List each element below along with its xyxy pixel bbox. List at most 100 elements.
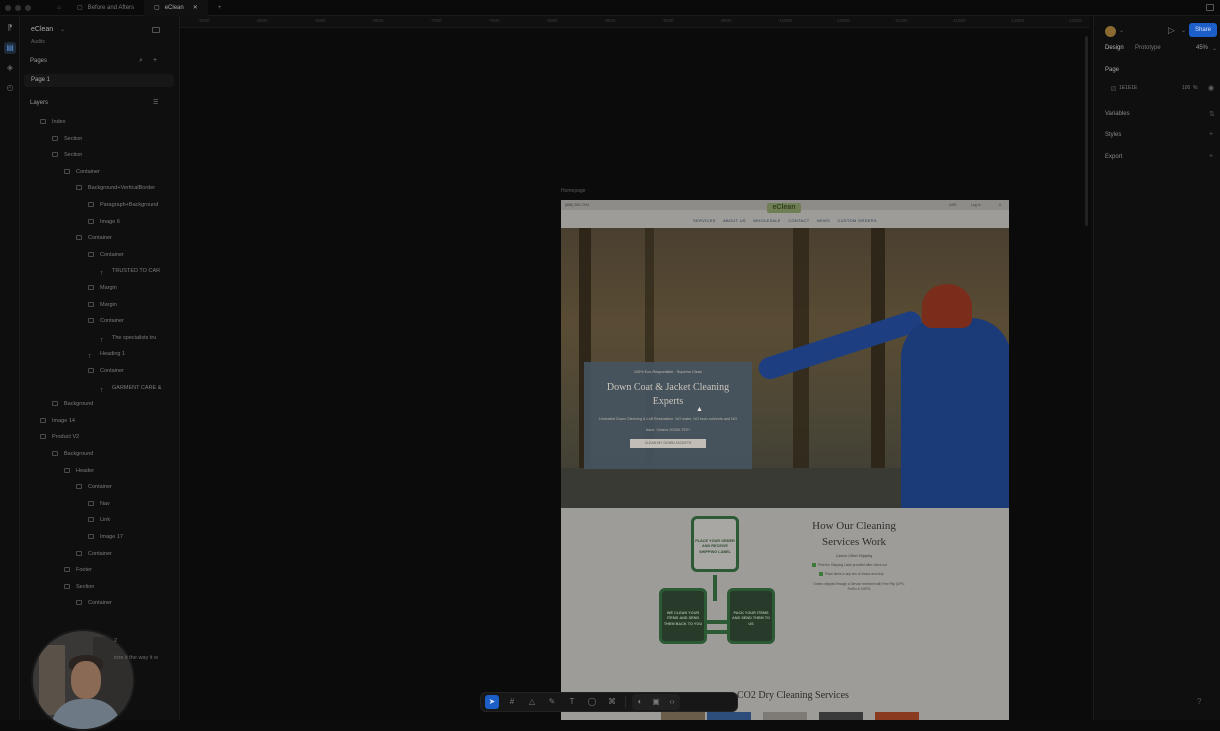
styles-label[interactable]: Styles (1105, 132, 1121, 138)
tab-prototype[interactable]: Prototype (1135, 45, 1161, 51)
layers-collapse-icon[interactable]: ☰ (153, 99, 158, 106)
frame-label[interactable]: Homepage (561, 188, 585, 194)
layer-item[interactable]: Section (64, 581, 94, 593)
layer-item[interactable]: T TRUSTED TO CAR (100, 265, 160, 277)
add-style-icon[interactable]: + (1209, 131, 1213, 138)
main-menu-icon[interactable]: ⁋ (4, 22, 16, 34)
dev-mode-icon[interactable]: ‹› (665, 695, 679, 709)
layer-item[interactable]: Background+VerticalBorder (76, 182, 155, 194)
layer-item[interactable]: Container (88, 365, 124, 377)
chevron-down-icon[interactable]: ⌄ (60, 26, 65, 33)
panel-layout-icon[interactable] (152, 27, 160, 33)
site-logo[interactable]: eClean (767, 203, 801, 213)
nav-news[interactable]: NEWS (817, 218, 830, 223)
home-icon[interactable]: ⌂ (51, 0, 67, 16)
present-play-icon[interactable]: ▷ (1168, 25, 1175, 36)
layer-item[interactable]: Product V2 (40, 431, 79, 443)
nav-wholesale[interactable]: WHOLESALE (753, 218, 781, 223)
clean-my-down-jackets-button[interactable]: CLEAN MY DOWN JACKETS (630, 438, 706, 448)
layer-item[interactable]: T GARMENT CARE & (100, 382, 161, 394)
file-panel-icon[interactable]: ▤ (4, 42, 16, 54)
pen-tool-icon[interactable]: ✎ (545, 695, 559, 709)
close-tab-icon[interactable]: ✕ (193, 4, 198, 11)
chevron-down-icon[interactable]: ⌄ (1119, 27, 1124, 34)
export-label[interactable]: Export (1105, 154, 1122, 160)
comment-tool-icon[interactable]: ◯ (585, 695, 599, 709)
add-page-icon[interactable]: + (153, 57, 157, 64)
nav-about-us[interactable]: ABOUT US (723, 218, 746, 223)
layer-item[interactable]: Section (52, 149, 82, 161)
login-link[interactable]: Log in (971, 203, 981, 207)
layer-item[interactable]: Container (76, 481, 112, 493)
help-icon[interactable]: ? (1197, 697, 1201, 706)
page-item-page-1[interactable]: Page 1 (24, 74, 174, 87)
close-window-button[interactable] (5, 4, 11, 11)
layer-item[interactable]: T Heading 1 (88, 348, 125, 360)
layer-item[interactable]: Margin (88, 282, 117, 294)
layer-item[interactable]: Footer (64, 564, 92, 576)
layer-item[interactable]: Index (40, 116, 65, 128)
product-thumbnail[interactable] (875, 712, 919, 720)
layer-item[interactable]: Container (88, 249, 124, 261)
zoom-level[interactable]: 45% (1196, 45, 1208, 51)
move-tool-icon[interactable]: ➤ (485, 695, 499, 709)
zoom-window-button[interactable] (25, 4, 31, 11)
design-mode-icon[interactable]: ▣ (649, 695, 663, 709)
product-thumbnail[interactable] (707, 712, 751, 720)
cart-count[interactable]: 0 (999, 203, 1001, 207)
nav-custom-orders[interactable]: CUSTOM ORDERS (838, 218, 877, 223)
layer-item[interactable]: Margin (88, 299, 117, 311)
layer-item[interactable]: Container (76, 597, 112, 609)
homepage-frame[interactable]: (888) 253-7244 USD Log in 0 eClean SERVI… (561, 200, 1009, 720)
tab-design[interactable]: Design (1105, 45, 1124, 51)
layer-item[interactable]: Container (76, 548, 112, 560)
layer-item[interactable]: Image 6 (88, 216, 120, 228)
tab-eclean[interactable]: ▢ eClean ✕ (144, 0, 208, 16)
add-export-icon[interactable]: + (1209, 153, 1213, 160)
sidebar-toggle-icon[interactable] (1206, 4, 1214, 11)
product-thumbnail[interactable] (763, 712, 807, 720)
chevron-down-icon[interactable]: ⌄ (1212, 45, 1217, 52)
frame-tool-icon[interactable]: # (505, 695, 519, 709)
chevron-down-icon[interactable]: ⌄ (1181, 27, 1186, 34)
tab-before-and-afters[interactable]: ▢ Before and Afters (67, 0, 144, 16)
canvas[interactable]: -5000 -5500 -6000 -6500 -7000 -7500 -8000 -8500… (180, 16, 1090, 720)
new-tab-button[interactable]: + (208, 0, 232, 16)
layer-item[interactable]: Container (88, 315, 124, 327)
variables-label[interactable]: Variables (1105, 111, 1130, 117)
layer-item[interactable]: Image 14 (40, 415, 75, 427)
shape-tool-icon[interactable]: △ (525, 695, 539, 709)
currency-selector[interactable]: USD (949, 203, 956, 207)
nav-contact[interactable]: CONTACT (788, 218, 809, 223)
eye-icon[interactable]: ◉ (1208, 84, 1214, 92)
assets-icon[interactable]: ◈ (4, 62, 16, 74)
layer-item[interactable]: Paragraph+Background (88, 199, 158, 211)
nav-services[interactable]: SERVICES (693, 218, 716, 223)
page-background-field[interactable]: 1E1E1E 100 % ◉ (1105, 84, 1215, 94)
product-thumbnail[interactable] (819, 712, 863, 720)
search-icon[interactable]: ⌕ (139, 57, 143, 65)
layer-item[interactable]: Background (52, 448, 93, 460)
history-icon[interactable]: ◴ (4, 82, 16, 94)
color-swatch[interactable] (1111, 86, 1116, 91)
file-name[interactable]: eClean (31, 26, 53, 33)
layer-item[interactable]: Image 17 (88, 531, 123, 543)
layer-item[interactable]: T The specialists tru (100, 332, 156, 344)
layer-item[interactable]: Link (88, 514, 110, 526)
draw-mode-icon[interactable]: ◐ (633, 695, 647, 709)
variables-adjust-icon[interactable]: ⇅ (1209, 110, 1215, 118)
layer-item[interactable]: Container (76, 232, 112, 244)
layer-item[interactable]: Section (52, 133, 82, 145)
minimize-window-button[interactable] (15, 4, 21, 11)
layer-item[interactable]: Header (64, 465, 94, 477)
avatar[interactable] (1105, 26, 1116, 37)
layer-item[interactable]: Background (52, 398, 93, 410)
text-tool-icon[interactable]: T (565, 695, 579, 709)
vertical-scrollbar[interactable] (1085, 36, 1088, 226)
product-thumbnail[interactable] (661, 712, 705, 720)
share-button[interactable]: Share (1189, 23, 1217, 37)
layer-item[interactable]: Nav (88, 498, 110, 510)
bg-hex-value[interactable]: 1E1E1E (1119, 85, 1137, 91)
bg-opacity-value[interactable]: 100 (1182, 85, 1190, 91)
layer-item[interactable]: Container (64, 166, 100, 178)
